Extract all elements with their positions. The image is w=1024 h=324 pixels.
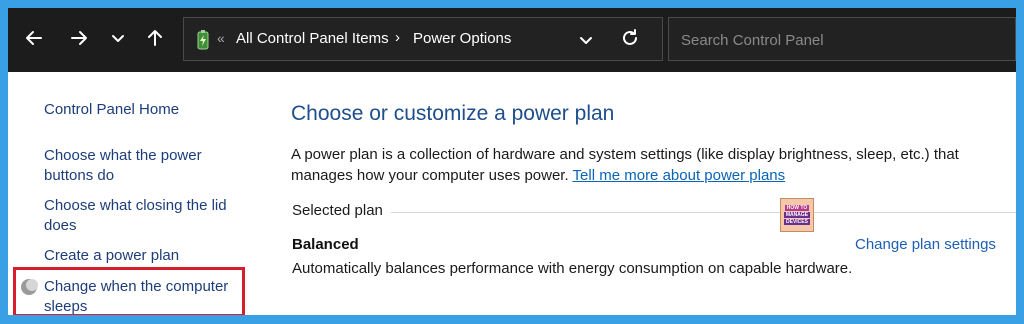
address-dropdown-icon[interactable]	[578, 32, 594, 48]
search-box[interactable]	[668, 17, 1016, 62]
arrow-right-icon	[71, 31, 87, 45]
selected-plan-heading: Selected plan	[292, 202, 391, 219]
chevron-down-icon	[112, 35, 124, 42]
power-options-battery-icon	[197, 30, 209, 50]
recent-locations-button[interactable]	[104, 24, 132, 52]
refresh-button[interactable]	[616, 24, 644, 52]
arrow-up-icon	[148, 30, 162, 46]
section-divider	[386, 212, 1016, 213]
plan-description: Automatically balances performance with …	[292, 260, 853, 277]
page-description: A power plan is a collection of hardware…	[291, 144, 981, 186]
main-content: Choose or customize a power plan A power…	[291, 72, 1016, 315]
sidebar-item-power-buttons[interactable]: Choose what the power buttons do	[44, 146, 234, 186]
watermark-line-1: HOW TO	[784, 205, 810, 211]
watermark-line-2: MANAGE	[783, 212, 811, 218]
arrow-left-icon	[26, 31, 42, 45]
sidebar-item-closing-lid[interactable]: Choose what closing the lid does	[44, 196, 234, 236]
plan-name-balanced: Balanced	[292, 236, 359, 253]
forward-button[interactable]	[65, 24, 93, 52]
sidebar-item-change-sleep[interactable]: Change when the computer sleeps	[44, 277, 234, 315]
watermark-line-3: DEVICES	[784, 219, 810, 225]
back-button[interactable]	[20, 24, 48, 52]
address-bar[interactable]: « All Control Panel Items › Power Option…	[183, 17, 663, 61]
up-button[interactable]	[141, 24, 169, 52]
watermark-logo: HOW TO MANAGE DEVICES	[780, 198, 814, 232]
breadcrumb-arrow[interactable]: ›	[395, 29, 400, 46]
refresh-icon	[623, 29, 637, 45]
page-title: Choose or customize a power plan	[291, 102, 615, 125]
search-input[interactable]	[679, 18, 1003, 62]
sidebar-item-create-power-plan[interactable]: Create a power plan	[44, 246, 234, 266]
control-panel-window: « All Control Panel Items › Power Option…	[8, 8, 1016, 315]
navigation-toolbar: « All Control Panel Items › Power Option…	[8, 8, 1016, 72]
sleep-moon-icon	[21, 279, 38, 295]
breadcrumb-power-options[interactable]: Power Options	[413, 30, 511, 47]
change-plan-settings-link[interactable]: Change plan settings	[855, 236, 996, 253]
sidebar: Control Panel Home Choose what the power…	[8, 72, 268, 315]
breadcrumb-all-control-panel-items[interactable]: All Control Panel Items	[236, 30, 389, 47]
sidebar-item-control-panel-home[interactable]: Control Panel Home	[44, 100, 234, 120]
tell-me-more-link[interactable]: Tell me more about power plans	[573, 167, 786, 184]
address-overflow-separator[interactable]: «	[217, 30, 225, 46]
